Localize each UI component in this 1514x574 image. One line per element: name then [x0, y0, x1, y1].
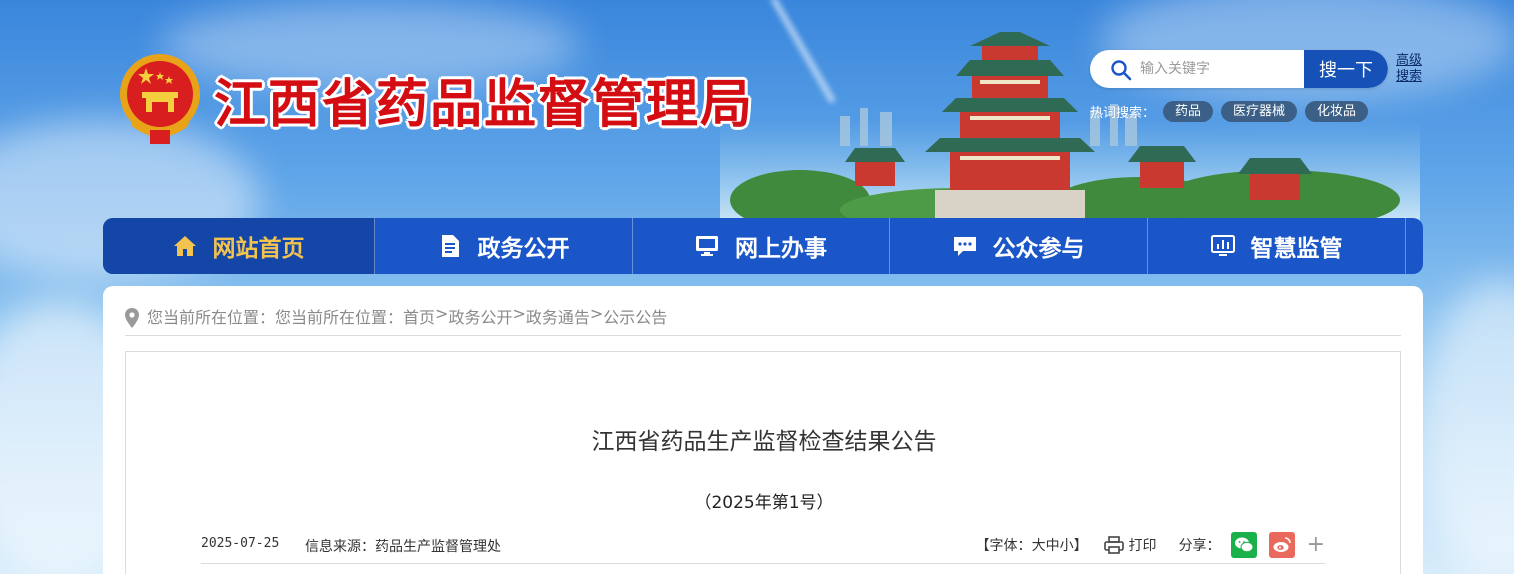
nav-item-smart-supervision[interactable]: 智慧监管 [1148, 218, 1406, 274]
search-icon [1111, 60, 1132, 81]
font-size-suffix: 】 [1073, 538, 1088, 554]
hot-tag-drugs[interactable]: 药品 [1163, 100, 1214, 122]
site-header: 江西省药品监督管理局 输入关键字 搜一下 高级搜索 热词搜索： 药品 医疗器械 … [0, 0, 1514, 225]
font-large-button[interactable]: 大 [1032, 538, 1046, 554]
home-icon [173, 236, 196, 256]
breadcrumb-announcements[interactable]: 公示公告 [603, 304, 667, 328]
share-wechat-button[interactable] [1230, 532, 1257, 558]
article-meta: 2025-07-25 信息来源：药品生产监督管理处 【字体：大中小】 打印 分享… [201, 532, 1325, 564]
breadcrumb-separator: > [512, 304, 526, 323]
nav-item-label: 网站首页 [212, 236, 305, 262]
font-medium-button[interactable]: 中 [1046, 538, 1060, 554]
wechat-icon [1234, 537, 1254, 553]
nav-item-label: 公众参与 [992, 236, 1085, 262]
weibo-icon [1273, 537, 1291, 552]
article-tools: 【字体：大中小】 打印 分享： + [976, 532, 1325, 558]
breadcrumb-separator: > [589, 304, 604, 323]
breadcrumb-separator: > [435, 304, 449, 323]
hot-tag-cosmetics[interactable]: 化妆品 [1305, 100, 1369, 122]
hot-search-label: 热词搜索： [1090, 105, 1156, 121]
dashboard-icon [1210, 235, 1235, 256]
print-label: 打印 [1128, 538, 1157, 554]
national-emblem-icon [120, 54, 200, 144]
nav-item-label: 政务公开 [477, 236, 570, 262]
info-source: 信息来源：药品生产监督管理处 [305, 539, 501, 555]
nav-item-label: 网上办事 [735, 236, 827, 262]
search-button[interactable]: 搜一下 [1304, 50, 1388, 88]
content-panel: 您当前所在位置：您当前所在位置： 首页 > 政务公开 > 政务通告 > 公示公告… [103, 286, 1423, 574]
chat-icon [953, 237, 976, 256]
search-box: 搜一下 [1090, 50, 1388, 88]
breadcrumb: 您当前所在位置：您当前所在位置： 首页 > 政务公开 > 政务通告 > 公示公告 [125, 304, 1401, 336]
article: 江西省药品生产监督检查结果公告 （2025年第1号） 2025-07-25 信息… [125, 351, 1401, 574]
printer-icon [1103, 536, 1124, 554]
share-weibo-button[interactable] [1268, 532, 1295, 558]
nav-item-online-services[interactable]: 网上办事 [633, 218, 890, 274]
font-small-button[interactable]: 小 [1060, 538, 1074, 554]
breadcrumb-government-affairs[interactable]: 政务公开 [448, 304, 512, 328]
hot-search: 热词搜索： 药品 医疗器械 化妆品 [1090, 100, 1376, 122]
breadcrumb-notices[interactable]: 政务通告 [526, 304, 590, 328]
font-size-prefix: 【字体： [975, 538, 1032, 554]
main-nav: 网站首页 政务公开 网上办事 公众参与 智慧监管 [103, 218, 1423, 274]
monitor-icon [696, 236, 718, 256]
share-label: 分享： [1178, 538, 1221, 554]
print-button[interactable]: 打印 [1103, 535, 1157, 555]
advanced-search-link[interactable]: 高级搜索 [1396, 53, 1424, 85]
search-input[interactable] [1140, 50, 1300, 88]
publish-date: 2025-07-25 [201, 536, 280, 551]
article-title: 江西省药品生产监督检查结果公告 [591, 429, 937, 455]
nav-item-home[interactable]: 网站首页 [103, 218, 375, 274]
font-size-control: 【字体：大中小】 [976, 535, 1088, 555]
site-title: 江西省药品监督管理局 [214, 75, 755, 135]
article-subtitle: （2025年第1号） [694, 493, 834, 513]
nav-item-public-participation[interactable]: 公众参与 [890, 218, 1148, 274]
breadcrumb-home[interactable]: 首页 [403, 304, 435, 328]
hot-tag-medical-devices[interactable]: 医疗器械 [1221, 100, 1298, 122]
breadcrumb-prefix: 您当前所在位置：您当前所在位置： [147, 308, 404, 327]
nav-item-label: 智慧监管 [1250, 236, 1343, 262]
location-pin-icon [125, 308, 139, 328]
nav-item-government-affairs[interactable]: 政务公开 [375, 218, 633, 274]
share-more-button[interactable]: + [1307, 534, 1325, 556]
document-icon [441, 235, 459, 257]
